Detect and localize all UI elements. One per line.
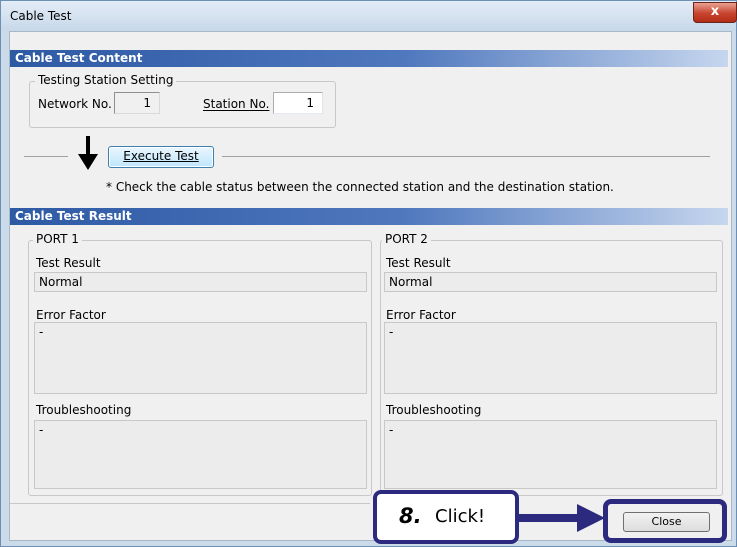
port2-troubleshooting-label: Troubleshooting xyxy=(386,403,482,417)
port2-troubleshooting-field: - xyxy=(384,420,717,489)
footer-separator xyxy=(10,503,370,504)
port1-test-result-label: Test Result xyxy=(36,256,101,270)
step-instruction: Click! xyxy=(435,506,486,527)
port1-error-factor-field: - xyxy=(34,322,367,394)
port2-test-result-label: Test Result xyxy=(386,256,451,270)
step-number: 8. xyxy=(399,504,422,528)
port1-troubleshooting-field: - xyxy=(34,420,367,489)
port2-test-result-field: Normal xyxy=(384,272,717,292)
port2-error-factor-label: Error Factor xyxy=(386,308,456,322)
cable-test-result-header: Cable Test Result xyxy=(10,208,728,225)
testing-station-setting-label: Testing Station Setting xyxy=(35,73,177,87)
separator-right xyxy=(222,156,710,157)
window-title: Cable Test xyxy=(10,9,72,23)
station-no-label: Station No. xyxy=(203,97,270,111)
station-no-input[interactable]: 1 xyxy=(273,92,323,114)
network-no-field: 1 xyxy=(114,92,160,114)
separator-left xyxy=(24,156,68,157)
port1-error-factor-label: Error Factor xyxy=(36,308,106,322)
network-no-label: Network No. xyxy=(38,97,112,111)
execute-test-button[interactable]: Execute Test xyxy=(108,146,214,168)
port2-label: PORT 2 xyxy=(382,232,431,246)
port1-label: PORT 1 xyxy=(33,232,82,246)
port1-test-result-field: Normal xyxy=(34,272,367,292)
close-button-highlight xyxy=(603,499,727,543)
arrow-down-icon xyxy=(78,136,98,170)
callout-arrow-icon xyxy=(519,504,605,532)
window-close-icon[interactable]: x xyxy=(693,2,737,23)
port2-error-factor-field: - xyxy=(384,322,717,394)
title-bar[interactable]: Cable Test x xyxy=(1,1,737,31)
cable-check-note: * Check the cable status between the con… xyxy=(106,180,614,194)
step-callout: 8. Click! xyxy=(373,490,519,544)
execute-test-label: Execute Test xyxy=(123,149,199,163)
port1-troubleshooting-label: Troubleshooting xyxy=(36,403,132,417)
cable-test-content-header: Cable Test Content xyxy=(10,50,728,67)
